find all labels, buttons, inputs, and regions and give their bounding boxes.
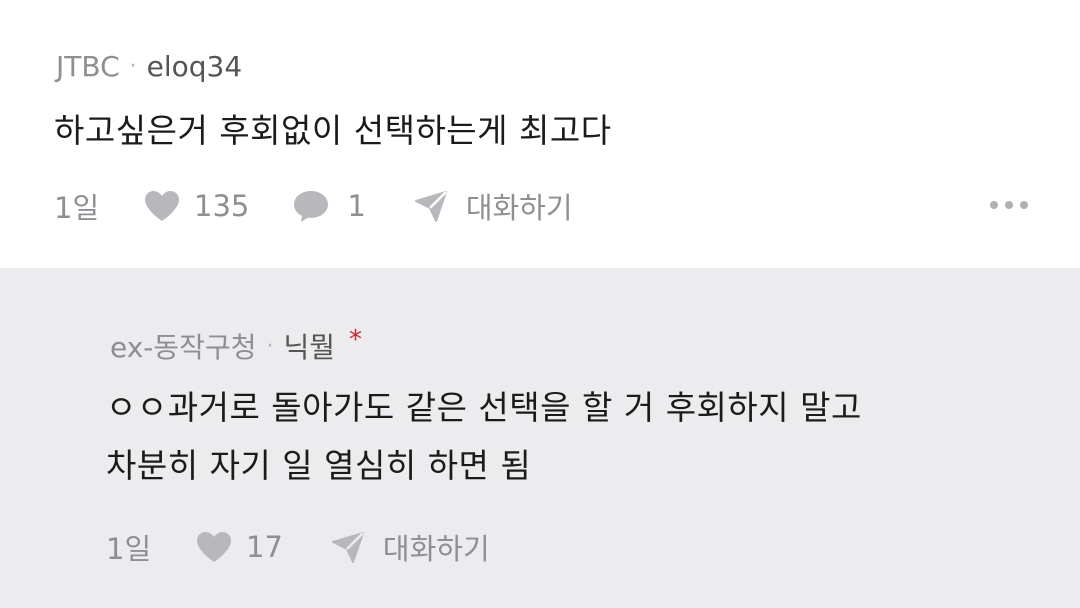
comment-author[interactable]: eloq34 bbox=[147, 50, 243, 83]
chat-label: 대화하기 bbox=[382, 532, 490, 566]
comment-time: 1일 bbox=[54, 191, 100, 225]
more-dots-icon[interactable] bbox=[990, 201, 1028, 209]
meta-separator: · bbox=[129, 54, 137, 79]
meta-separator: · bbox=[266, 333, 274, 359]
reply-count: 1 bbox=[347, 189, 366, 223]
chat-button[interactable]: 대화하기 bbox=[331, 526, 490, 568]
comment-meta: JTBC · eloq34 bbox=[56, 50, 242, 83]
reply-text: ㅇㅇ과거로 돌아가도 같은 선택을 할 거 후회하지 말고 차분히 자기 일 열… bbox=[106, 379, 862, 495]
dot bbox=[990, 201, 998, 209]
comment-card: JTBC · eloq34 하고싶은거 후회없이 선택하는게 최고다 1일 13… bbox=[0, 0, 1080, 268]
author-badge: * bbox=[348, 325, 362, 355]
dot bbox=[1020, 201, 1028, 209]
send-icon bbox=[331, 531, 365, 563]
speech-bubble-icon bbox=[293, 189, 329, 223]
heart-icon bbox=[196, 531, 232, 563]
like-count: 135 bbox=[194, 189, 250, 223]
like-button[interactable]: 17 bbox=[196, 530, 283, 564]
chat-label: 대화하기 bbox=[465, 191, 573, 225]
reply-actions: 1일 17 대화하기 bbox=[106, 526, 490, 568]
comment-actions: 1일 135 1 대화하기 bbox=[54, 185, 573, 227]
comment-source: JTBC bbox=[56, 50, 120, 83]
reply-card: ex-동작구청 · 닉뭘 * ㅇㅇ과거로 돌아가도 같은 선택을 할 거 후회하… bbox=[0, 268, 1080, 608]
send-icon bbox=[414, 190, 448, 222]
reply-meta: ex-동작구청 · 닉뭘 * bbox=[110, 325, 362, 366]
like-button[interactable]: 135 bbox=[144, 189, 249, 223]
reply-source: ex-동작구청 bbox=[110, 331, 257, 364]
reply-author[interactable]: 닉뭘 bbox=[283, 326, 335, 366]
like-count: 17 bbox=[246, 530, 283, 564]
reply-time: 1일 bbox=[106, 532, 152, 566]
comment-text: 하고싶은거 후회없이 선택하는게 최고다 bbox=[54, 111, 612, 150]
dot bbox=[1005, 201, 1013, 209]
reply-text-line: ㅇㅇ과거로 돌아가도 같은 선택을 할 거 후회하지 말고 bbox=[106, 388, 862, 427]
reply-text-line: 차분히 자기 일 열심히 하면 됨 bbox=[106, 446, 532, 485]
reply-button[interactable]: 1 bbox=[293, 189, 366, 223]
heart-icon bbox=[144, 190, 180, 222]
chat-button[interactable]: 대화하기 bbox=[414, 185, 573, 227]
